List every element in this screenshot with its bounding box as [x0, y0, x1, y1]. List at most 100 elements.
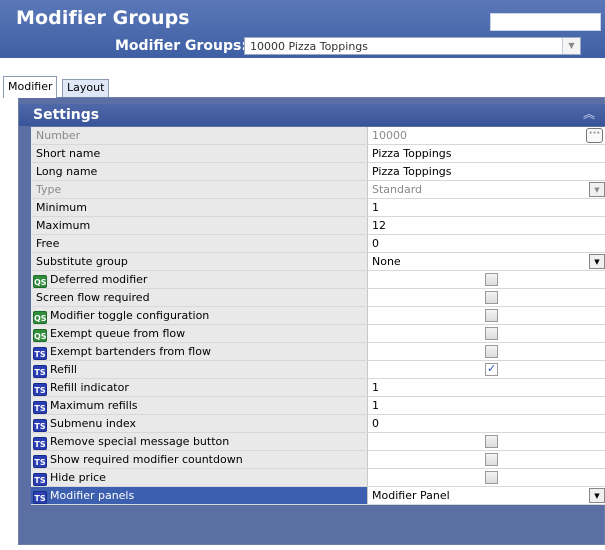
- property-value[interactable]: None ▼: [369, 253, 605, 270]
- property-row-maximum[interactable]: Maximum 12: [31, 217, 605, 235]
- tab-layout[interactable]: Layout: [62, 79, 110, 97]
- property-label: TS Show required modifier countdown: [31, 451, 368, 468]
- dropdown-arrow-icon[interactable]: ▼: [589, 182, 605, 197]
- property-label-text: Hide price: [50, 471, 106, 484]
- property-row-show-required-modifier-countdown[interactable]: TS Show required modifier countdown: [31, 451, 605, 469]
- property-label-text: Screen flow required: [36, 291, 150, 304]
- property-row-short-name[interactable]: Short name Pizza Toppings: [31, 145, 605, 163]
- property-label-text: Long name: [36, 165, 98, 178]
- property-label-text: Type: [36, 183, 62, 196]
- property-value[interactable]: Pizza Toppings: [369, 145, 605, 162]
- property-row-hide-price[interactable]: TS Hide price: [31, 469, 605, 487]
- checkbox[interactable]: [485, 453, 498, 466]
- property-label-text: Exempt bartenders from flow: [50, 345, 211, 358]
- property-value-text: 0: [372, 417, 379, 430]
- header-search-box[interactable]: [490, 13, 601, 31]
- property-value[interactable]: 0: [369, 235, 605, 252]
- property-row-type[interactable]: Type Standard ▼: [31, 181, 605, 199]
- property-value[interactable]: 1: [369, 397, 605, 414]
- property-label-text: Maximum refills: [50, 399, 138, 412]
- property-value[interactable]: [369, 433, 605, 450]
- property-value-text: 1: [372, 381, 379, 394]
- property-label: TS Refill: [31, 361, 368, 378]
- property-grid: Number 10000 ··· Short name Pizza Toppings Lo…: [31, 127, 605, 505]
- property-label: TS Refill indicator: [31, 379, 368, 396]
- ts-badge-icon: TS: [33, 437, 47, 450]
- property-value[interactable]: [369, 469, 605, 486]
- property-row-minimum[interactable]: Minimum 1: [31, 199, 605, 217]
- settings-header[interactable]: Settings ︽: [19, 104, 605, 126]
- property-row-number[interactable]: Number 10000 ···: [31, 127, 605, 145]
- property-value[interactable]: 1: [369, 199, 605, 216]
- property-label: TS Hide price: [31, 469, 368, 486]
- property-row-free[interactable]: Free 0: [31, 235, 605, 253]
- modifier-groups-selector-value: 10000 Pizza Toppings: [250, 40, 369, 53]
- checkbox[interactable]: ✓: [485, 362, 498, 376]
- property-label: TS Maximum refills: [31, 397, 368, 414]
- property-label-text: Show required modifier countdown: [50, 453, 243, 466]
- chevron-down-icon[interactable]: ▼: [562, 38, 580, 54]
- dropdown-arrow-icon[interactable]: ▼: [589, 488, 605, 503]
- ts-badge-icon: TS: [33, 401, 47, 414]
- property-row-exempt-bartenders-from-flow[interactable]: TS Exempt bartenders from flow: [31, 343, 605, 361]
- checkbox[interactable]: [485, 435, 498, 448]
- modifier-groups-selector[interactable]: 10000 Pizza Toppings ▼: [244, 37, 581, 55]
- property-label-text: Submenu index: [50, 417, 136, 430]
- property-row-refill[interactable]: TS Refill ✓: [31, 361, 605, 379]
- property-label-text: Free: [36, 237, 60, 250]
- modifier-groups-selector-label: Modifier Groups:: [115, 38, 247, 54]
- qs-badge-icon: QS: [33, 275, 47, 288]
- property-value-text: Pizza Toppings: [372, 147, 452, 160]
- property-row-screen-flow-required[interactable]: Screen flow required: [31, 289, 605, 307]
- property-row-modifier-toggle-configuration[interactable]: QS Modifier toggle configuration: [31, 307, 605, 325]
- property-value[interactable]: Modifier Panel ▼: [369, 487, 605, 504]
- property-value[interactable]: [369, 289, 605, 306]
- property-value[interactable]: [369, 271, 605, 288]
- property-value-text: 0: [372, 237, 379, 250]
- property-value[interactable]: ✓: [369, 361, 605, 378]
- checkbox[interactable]: [485, 291, 498, 304]
- property-row-refill-indicator[interactable]: TS Refill indicator 1: [31, 379, 605, 397]
- property-value[interactable]: 1: [369, 379, 605, 396]
- property-value[interactable]: [369, 325, 605, 342]
- property-label: TS Submenu index: [31, 415, 368, 432]
- property-value[interactable]: 0: [369, 415, 605, 432]
- property-label-text: Modifier toggle configuration: [50, 309, 210, 322]
- property-value: 10000 ···: [369, 127, 605, 144]
- property-value[interactable]: [369, 451, 605, 468]
- property-label: Type: [31, 181, 368, 198]
- property-row-modifier-panels[interactable]: TS Modifier panels Modifier Panel ▼: [31, 487, 605, 505]
- property-value[interactable]: 12: [369, 217, 605, 234]
- property-label: Number: [31, 127, 368, 144]
- property-value[interactable]: Pizza Toppings: [369, 163, 605, 180]
- tab-modifier[interactable]: Modifier: [3, 76, 58, 98]
- property-row-long-name[interactable]: Long name Pizza Toppings: [31, 163, 605, 181]
- property-value-text: Standard: [372, 183, 423, 196]
- checkbox[interactable]: [485, 273, 498, 286]
- property-row-submenu-index[interactable]: TS Submenu index 0: [31, 415, 605, 433]
- property-row-exempt-queue-from-flow[interactable]: QS Exempt queue from flow: [31, 325, 605, 343]
- property-label: Substitute group: [31, 253, 368, 270]
- property-row-substitute-group[interactable]: Substitute group None ▼: [31, 253, 605, 271]
- property-label-text: Modifier panels: [50, 489, 135, 502]
- property-value[interactable]: [369, 307, 605, 324]
- property-row-remove-special-message-button[interactable]: TS Remove special message button: [31, 433, 605, 451]
- ts-badge-icon: TS: [33, 347, 47, 360]
- property-label: TS Modifier panels: [31, 487, 368, 504]
- dropdown-arrow-icon[interactable]: ▼: [589, 254, 605, 269]
- checkbox[interactable]: [485, 309, 498, 322]
- checkbox[interactable]: [485, 345, 498, 358]
- collapse-icon[interactable]: ︽: [583, 107, 595, 121]
- property-value[interactable]: [369, 343, 605, 360]
- ts-badge-icon: TS: [33, 419, 47, 432]
- property-row-maximum-refills[interactable]: TS Maximum refills 1: [31, 397, 605, 415]
- property-row-deferred-modifier[interactable]: QS Deferred modifier: [31, 271, 605, 289]
- ellipsis-button[interactable]: ···: [586, 128, 603, 143]
- checkbox[interactable]: [485, 471, 498, 484]
- property-label: Long name: [31, 163, 368, 180]
- property-value-text: 12: [372, 219, 386, 232]
- ts-badge-icon: TS: [33, 491, 47, 504]
- checkbox[interactable]: [485, 327, 498, 340]
- property-label: TS Remove special message button: [31, 433, 368, 450]
- property-label: QS Deferred modifier: [31, 271, 368, 288]
